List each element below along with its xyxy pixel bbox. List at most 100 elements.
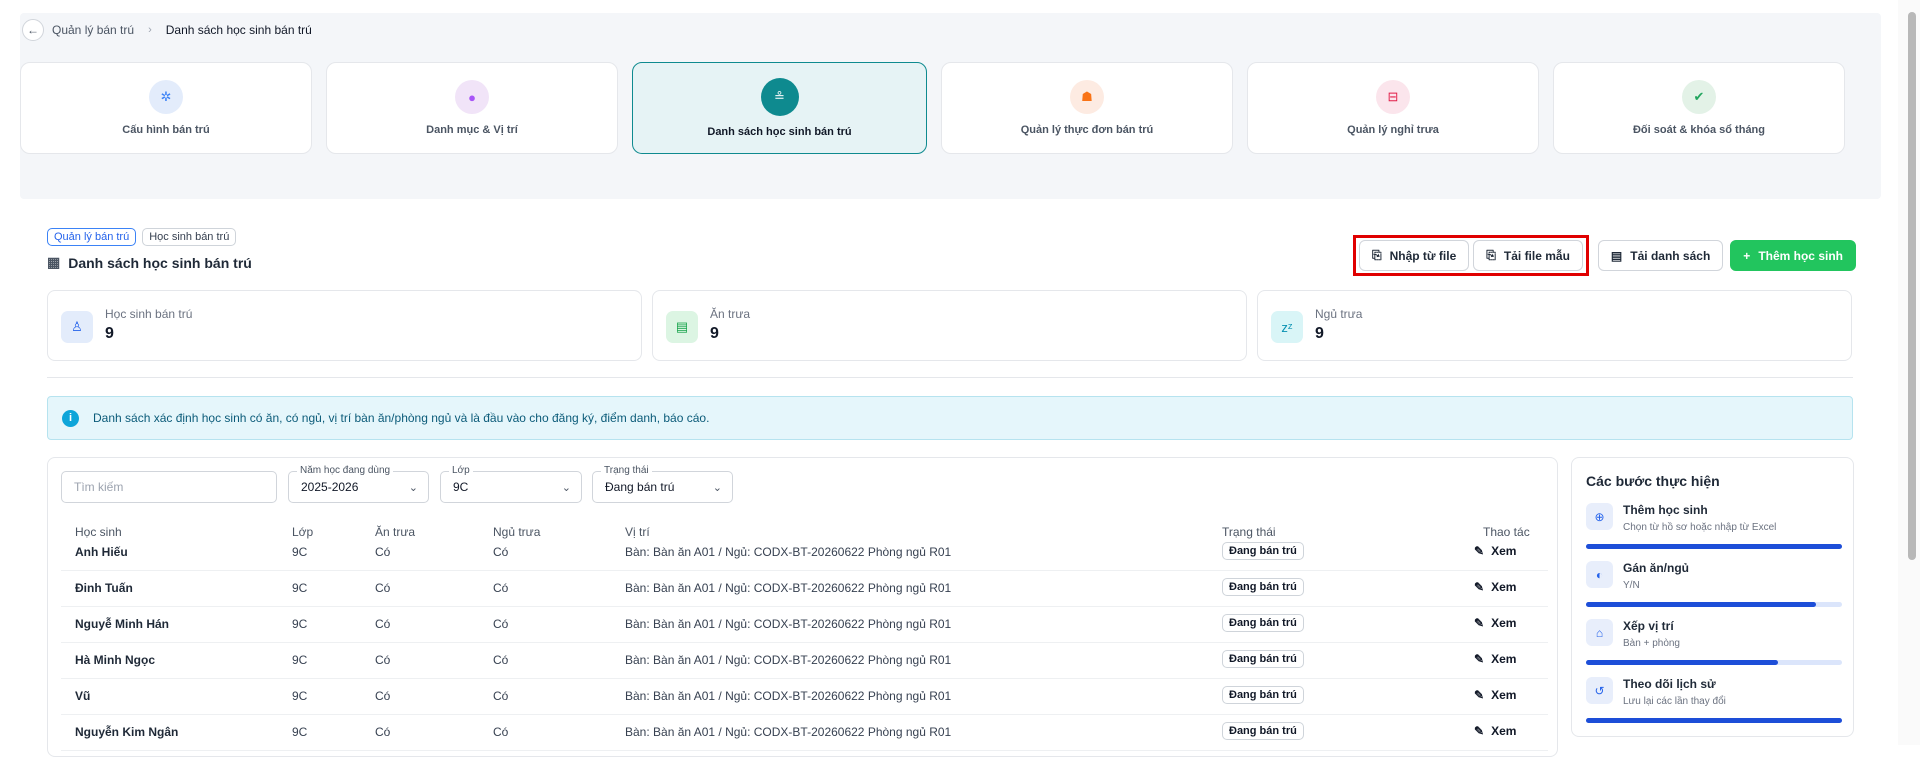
- import-file-label: Nhập từ file: [1389, 248, 1457, 263]
- stat-card-0: ♙ Học sinh bán trú 9: [47, 290, 642, 361]
- file-download-icon: ⎘: [1486, 248, 1496, 262]
- nav-card-label: Quản lý nghỉ trưa: [1347, 124, 1439, 136]
- toggle-icon: ◐: [1586, 561, 1613, 588]
- cell-class: 9C: [292, 545, 308, 559]
- stat-label: Ăn trưa: [710, 307, 751, 321]
- cell-student: Vũ: [75, 689, 91, 703]
- view-button[interactable]: ✎ Xem: [1474, 616, 1516, 630]
- table-row[interactable]: Đinh Tuấn 9C Có Có Bàn: Bàn ăn A01 / Ngủ: CO…: [61, 571, 1548, 607]
- year-select[interactable]: Năm học đang dùng 2025-2026 ⌄: [288, 465, 429, 503]
- table-icon: ▤: [1610, 248, 1623, 263]
- cell-class: 9C: [292, 653, 308, 667]
- view-button[interactable]: ✎ Xem: [1474, 652, 1516, 666]
- stats-row: ♙ Học sinh bán trú 9 ▤ Ăn trưa 9 zᶻ Ngủ trưa 9: [47, 290, 1852, 361]
- cell-location: Bàn: Bàn ăn A01 / Ngủ: CODX-BT-20260622 …: [625, 545, 952, 559]
- info-icon: i: [62, 409, 79, 427]
- student-icon: ♙: [61, 311, 93, 343]
- pencil-icon: ✎: [1474, 724, 1485, 738]
- nav-card-5[interactable]: ✔ Đối soát & khóa sổ tháng: [1553, 62, 1845, 154]
- bed-icon: ⊟: [1376, 80, 1410, 114]
- toolbar: ⎘ Nhập từ file ⎘ Tải file mẫu ▤ Tải danh…: [1352, 235, 1856, 276]
- class-select[interactable]: Lớp 9C ⌄: [440, 465, 582, 503]
- scrollbar[interactable]: [1898, 0, 1920, 745]
- status-badge: Đang bán trú: [1222, 542, 1304, 560]
- tag-page: Học sinh bán trú: [142, 228, 237, 246]
- table-row[interactable]: Vũ 9C Có Có Bàn: Bàn ăn A01 / Ngủ: CODX-BT-2…: [61, 679, 1548, 715]
- cell-nap: Có: [493, 545, 509, 559]
- nav-card-3[interactable]: ☗ Quản lý thực đơn bán trú: [941, 62, 1233, 154]
- seat-icon: ⌂: [1586, 619, 1613, 646]
- cell-student: Hà Minh Ngọc: [75, 653, 155, 667]
- step-progress-bar: [1586, 544, 1842, 549]
- pencil-icon: ✎: [1474, 580, 1485, 594]
- view-button[interactable]: ✎ Xem: [1474, 544, 1516, 558]
- status-select-value: Đang bán trú: [605, 480, 675, 494]
- cell-class: 9C: [292, 581, 308, 595]
- status-badge: Đang bán trú: [1222, 614, 1304, 632]
- nav-card-label: Quản lý thực đơn bán trú: [1020, 124, 1154, 136]
- cell-student: Đinh Tuấn: [75, 581, 133, 595]
- step-title: Theo dõi lịch sử: [1623, 677, 1716, 691]
- add-student-button[interactable]: + Thêm học sinh: [1730, 240, 1856, 271]
- chevron-down-icon: ⌄: [712, 482, 722, 494]
- stat-value: 9: [105, 325, 114, 342]
- nav-card-label: Danh sách học sinh bán trú: [707, 126, 852, 138]
- highlight-box: ⎘ Nhập từ file ⎘ Tải file mẫu: [1352, 235, 1589, 276]
- scrollbar-thumb[interactable]: [1908, 12, 1916, 560]
- pencil-icon: ✎: [1474, 652, 1485, 666]
- pencil-icon: ✎: [1474, 616, 1485, 630]
- back-arrow-icon[interactable]: ←: [22, 19, 44, 41]
- nav-card-label: Đối soát & khóa sổ tháng: [1632, 124, 1765, 136]
- stat-value: 9: [1315, 325, 1324, 342]
- import-file-button[interactable]: ⎘ Nhập từ file: [1358, 240, 1470, 271]
- cell-lunch: Có: [375, 689, 391, 703]
- view-label: Xem: [1491, 544, 1517, 558]
- stat-label: Ngủ trưa: [1315, 307, 1363, 321]
- status-badge: Đang bán trú: [1222, 686, 1304, 704]
- status-badge: Đang bán trú: [1222, 722, 1304, 740]
- chevron-right-icon: ›: [148, 24, 152, 36]
- stat-card-1: ▤ Ăn trưa 9: [652, 290, 1247, 361]
- students-icon: ≗: [760, 78, 799, 116]
- view-button[interactable]: ✎ Xem: [1474, 688, 1516, 702]
- view-button[interactable]: ✎ Xem: [1474, 724, 1516, 738]
- nav-card-1[interactable]: ● Danh mục & Vị trí: [326, 62, 618, 154]
- gear-icon: ✲: [149, 80, 183, 114]
- nav-card-4[interactable]: ⊟ Quản lý nghỉ trưa: [1247, 62, 1539, 154]
- step-progress-fill: [1586, 718, 1842, 723]
- module-cards: ✲ Cấu hình bán trú ● Danh mục & Vị trí ≗ Danh…: [20, 62, 1845, 154]
- download-template-button[interactable]: ⎘ Tải file mẫu: [1473, 240, 1583, 271]
- nav-card-label: Cấu hình bán trú: [122, 124, 210, 136]
- year-select-label: Năm học đang dùng: [297, 465, 394, 476]
- table-row[interactable]: Anh Hiếu 9C Có Có Bàn: Bàn ăn A01 / Ngủ: COD…: [61, 535, 1548, 571]
- section-title-text: Danh sách học sinh bán trú: [68, 254, 252, 271]
- pencil-icon: ✎: [1474, 688, 1485, 702]
- breadcrumb-parent[interactable]: Quản lý bán trú: [52, 23, 134, 37]
- cell-student: Nguyễ Minh Hán: [75, 617, 170, 631]
- step-title: Xếp vị trí: [1623, 619, 1674, 633]
- cell-student: Nguyễn Kim Ngân: [75, 725, 179, 739]
- table-row[interactable]: Nguyễ Minh Hán 9C Có Có Bàn: Bàn ăn A01 / Ng…: [61, 607, 1548, 643]
- cell-lunch: Có: [375, 617, 391, 631]
- table-row[interactable]: Nguyễn Kim Ngân 9C Có Có Bàn: Bàn ăn A01 / N…: [61, 715, 1548, 751]
- table-row[interactable]: Hà Minh Ngọc 9C Có Có Bàn: Bàn ăn A01 / Ngủ:…: [61, 643, 1548, 679]
- search-input[interactable]: Tìm kiếm: [61, 471, 277, 503]
- status-select[interactable]: Trạng thái Đang bán trú ⌄: [592, 465, 733, 503]
- download-list-button[interactable]: ▤ Tải danh sách: [1597, 240, 1724, 271]
- nav-card-0[interactable]: ✲ Cấu hình bán trú: [20, 62, 312, 154]
- view-label: Xem: [1491, 580, 1517, 594]
- info-text: Danh sách xác định học sinh có ăn, có ng…: [93, 411, 710, 425]
- nav-card-2[interactable]: ≗ Danh sách học sinh bán trú: [632, 62, 927, 154]
- step-title: Gán ăn/ngủ: [1623, 561, 1689, 575]
- step-progress-bar: [1586, 718, 1842, 723]
- step-desc: Y/N: [1623, 580, 1640, 591]
- cell-lunch: Có: [375, 581, 391, 595]
- add-user-icon: ⊕: [1586, 503, 1613, 530]
- view-button[interactable]: ✎ Xem: [1474, 580, 1516, 594]
- step-progress-fill: [1586, 660, 1778, 665]
- meal-icon: ▤: [666, 311, 698, 343]
- chef-hat-icon: ☗: [1070, 80, 1104, 114]
- cell-nap: Có: [493, 653, 509, 667]
- history-icon: ↺: [1586, 677, 1613, 704]
- step-progress-fill: [1586, 544, 1842, 549]
